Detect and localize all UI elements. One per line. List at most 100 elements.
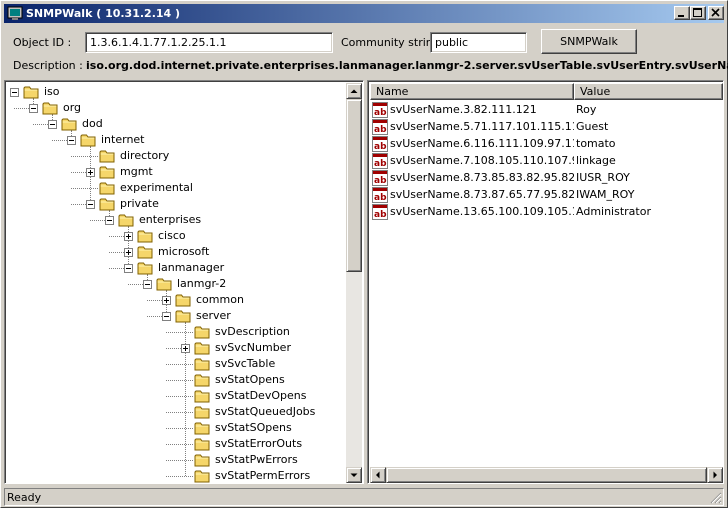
description-label: Description : [13,59,83,72]
minimize-button[interactable] [674,6,690,20]
collapse-toggle-icon[interactable] [67,136,76,145]
svg-text:ab: ab [374,176,387,186]
tree-connector [166,396,193,397]
tree-node[interactable]: svDescription [5,324,341,340]
collapse-toggle-icon[interactable] [29,104,38,113]
scroll-right-button[interactable] [707,467,723,483]
list-row[interactable]: ab svUserName.3.82.111.121 Roy [370,102,723,118]
tree-node-label: svStatErrorOuts [215,437,303,450]
tree-connector [71,156,98,157]
scroll-thumb[interactable] [346,99,362,272]
scroll-left-button[interactable] [370,467,386,483]
tree-connector [166,332,193,333]
expand-toggle-icon[interactable] [86,168,95,177]
tree-node[interactable]: lanmgr-2 [5,276,341,292]
tree-node[interactable]: common [5,292,341,308]
column-header-value[interactable]: Value [574,83,723,100]
tree-node[interactable]: iso [5,84,341,100]
tree-node[interactable]: org [5,100,341,116]
list-row[interactable]: ab svUserName.5.71.117.101.115.116 Guest [370,119,723,135]
folder-icon [99,181,116,195]
list-row[interactable]: absvUserName.8.73.87.65.77.95.82.7...IWA… [370,187,723,203]
tree-node[interactable]: svSvcTable [5,356,341,372]
list-header: Name Value [370,83,723,100]
community-string-input[interactable]: public [430,32,527,53]
tree-node[interactable]: cisco [5,228,341,244]
object-id-input[interactable]: 1.3.6.1.4.1.77.1.2.25.1.1 [85,32,333,53]
row-value: Administrator [576,205,651,218]
expand-toggle-icon[interactable] [124,232,133,241]
tree-node[interactable]: svSvcNumber [5,340,341,356]
list-row[interactable]: absvUserName.13.65.100.109.105.11...Admi… [370,204,723,220]
collapse-toggle-icon[interactable] [48,120,57,129]
row-name: svUserName.3.82.111.121 [390,103,537,116]
resize-grip-icon[interactable] [710,492,722,504]
tree-node-label: experimental [120,181,193,194]
folder-icon [175,293,192,307]
tree-connector [33,124,48,125]
tree-connector [71,172,86,173]
row-name: svUserName.7.108.105.110.107.97... [390,154,574,167]
tree-node[interactable]: dod [5,116,341,132]
folder-icon [99,165,116,179]
tree-node[interactable]: experimental [5,180,341,196]
tree-node[interactable]: lanmanager [5,260,341,276]
row-value: linkage [576,154,616,167]
tree-node-label: lanmanager [158,261,225,274]
folder-icon [194,437,211,451]
folder-icon [137,245,154,259]
tree-node[interactable]: svStatPwErrors [5,452,341,468]
expand-toggle-icon[interactable] [162,296,171,305]
tree-vertical-scrollbar[interactable] [346,83,362,483]
tree-node-label: enterprises [139,213,202,226]
tree-node[interactable]: server [5,308,341,324]
tree-node[interactable]: svStatOpens [5,372,341,388]
horizontal-scroll-thumb[interactable] [386,467,707,483]
tree-connector [128,284,143,285]
results-list[interactable]: Name Value ab svUserName.3.82.111.121 Roy a… [367,80,724,484]
tree-node-label: internet [101,133,145,146]
tree-node[interactable]: svStatQueuedJobs [5,404,341,420]
tree-node-label: mgmt [120,165,153,178]
tree-connector [14,108,29,109]
tree-node[interactable]: svStatPermErrors [5,468,341,483]
collapse-toggle-icon[interactable] [105,216,114,225]
list-row[interactable]: absvUserName.7.108.105.110.107.97...link… [370,153,723,169]
tree-node[interactable]: mgmt [5,164,341,180]
collapse-toggle-icon[interactable] [124,264,133,273]
tree-node[interactable]: svStatErrorOuts [5,436,341,452]
folder-icon [61,117,78,131]
tree-node[interactable]: svStatSOpens [5,420,341,436]
column-header-name[interactable]: Name [370,83,574,100]
tree-node[interactable]: svStatDevOpens [5,388,341,404]
list-row[interactable]: absvUserName.8.73.85.83.82.95.82.7...IUS… [370,170,723,186]
expand-toggle-icon[interactable] [124,248,133,257]
collapse-toggle-icon[interactable] [143,280,152,289]
tree-node-label: svStatPwErrors [215,453,298,466]
scroll-up-button[interactable] [346,83,362,99]
mib-tree[interactable]: iso org dod internet directory mgmt experiment… [4,80,364,484]
tree-node[interactable]: enterprises [5,212,341,228]
title-bar[interactable]: SNMPWalk ( 10.31.2.14 ) [4,4,724,23]
row-value: tomato [576,137,616,150]
row-value: Roy [576,103,597,116]
tree-node[interactable]: internet [5,132,341,148]
tree-node[interactable]: private [5,196,341,212]
tree-node[interactable]: directory [5,148,341,164]
close-button[interactable] [708,6,724,20]
tree-node-label: private [120,197,159,210]
maximize-button[interactable] [690,6,706,20]
tree-node[interactable]: microsoft [5,244,341,260]
collapse-toggle-icon[interactable] [86,200,95,209]
tree-connector [166,444,193,445]
snmpwalk-button[interactable]: SNMPWalk [541,29,637,54]
row-name: svUserName.6.116.111.109.97.116... [390,137,574,150]
list-row[interactable]: absvUserName.6.116.111.109.97.116...toma… [370,136,723,152]
collapse-toggle-icon[interactable] [10,88,19,97]
expand-toggle-icon[interactable] [181,344,190,353]
collapse-toggle-icon[interactable] [162,312,171,321]
svg-text:ab: ab [374,159,387,169]
tree-connector [166,364,193,365]
scroll-down-button[interactable] [346,467,362,483]
list-horizontal-scrollbar[interactable] [370,467,723,483]
